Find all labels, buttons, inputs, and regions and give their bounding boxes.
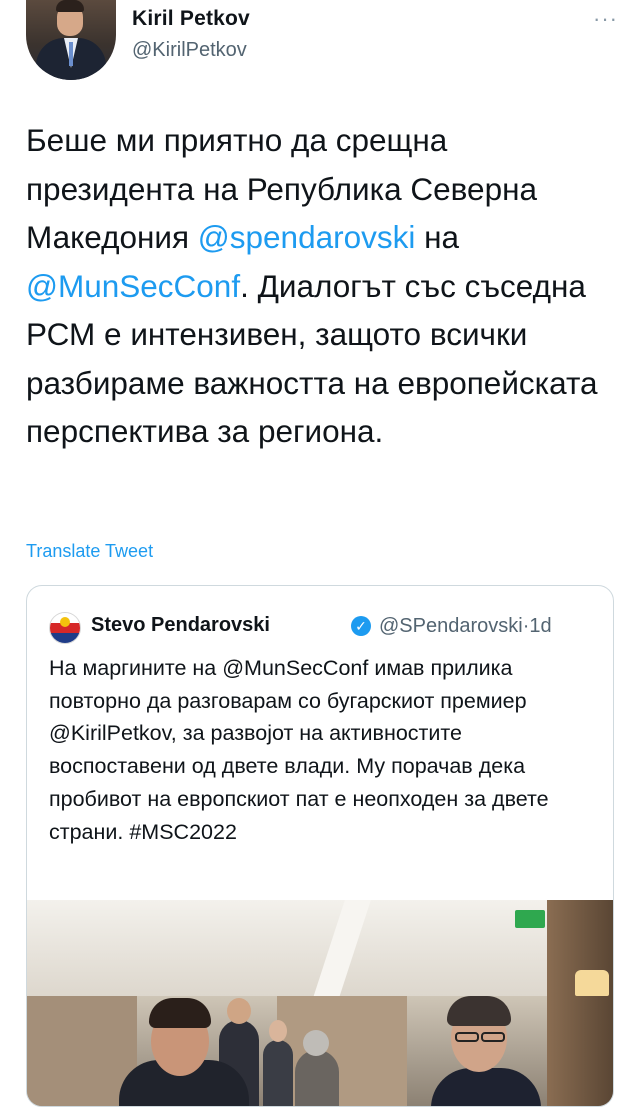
- tweet-header: Kiril Petkov @KirilPetkov ···: [26, 0, 626, 90]
- photo-column: [547, 900, 613, 1106]
- photo-person: [431, 1068, 541, 1106]
- avatar-hair: [56, 0, 84, 12]
- quoted-time[interactable]: 1d: [529, 615, 551, 637]
- mention-link[interactable]: @spendarovski: [198, 219, 416, 255]
- quoted-tweet[interactable]: Stevo Pendarovski ✓ @SPendarovski·1d На …: [26, 585, 614, 1107]
- author-handle[interactable]: @KirilPetkov: [132, 39, 247, 62]
- quoted-author-name[interactable]: Stevo Pendarovski: [91, 614, 270, 637]
- author-avatar[interactable]: [26, 0, 116, 80]
- translate-tweet-link[interactable]: Translate Tweet: [26, 541, 153, 562]
- avatar-tie: [69, 42, 73, 66]
- tweet-text: Беше ми приятно да срещна президента на …: [26, 116, 616, 456]
- photo-glasses: [481, 1032, 505, 1042]
- quoted-meta: @SPendarovski·1d: [379, 615, 552, 638]
- photo-person-hair: [149, 998, 211, 1028]
- verified-badge-icon: ✓: [351, 616, 371, 636]
- quoted-author-avatar[interactable]: [49, 612, 81, 644]
- quoted-author-handle[interactable]: @SPendarovski: [379, 615, 523, 637]
- author-name[interactable]: Kiril Petkov: [132, 7, 250, 31]
- quoted-tweet-text: На маргините на @MunSecConf имав прилика…: [49, 656, 549, 844]
- photo-person-hair: [447, 996, 511, 1026]
- photo-person: [263, 1040, 293, 1106]
- photo-glasses: [455, 1032, 479, 1042]
- quoted-tweet-header: Stevo Pendarovski ✓ @SPendarovski·1d: [49, 610, 609, 644]
- photo-person-head: [227, 998, 251, 1024]
- photo-lamp: [575, 970, 609, 996]
- photo-person: [295, 1050, 339, 1106]
- avatar-flag-stripe: [50, 633, 80, 643]
- tweet-text-part: на: [415, 219, 460, 255]
- photo-person-head: [269, 1020, 287, 1042]
- avatar-flag-emblem: [60, 617, 70, 627]
- mention-link[interactable]: @MunSecConf: [26, 268, 240, 304]
- photo-person-head: [303, 1030, 329, 1056]
- photo-exit-sign: [515, 910, 545, 928]
- more-dots-icon[interactable]: ···: [593, 6, 618, 32]
- quoted-photo[interactable]: [27, 900, 613, 1106]
